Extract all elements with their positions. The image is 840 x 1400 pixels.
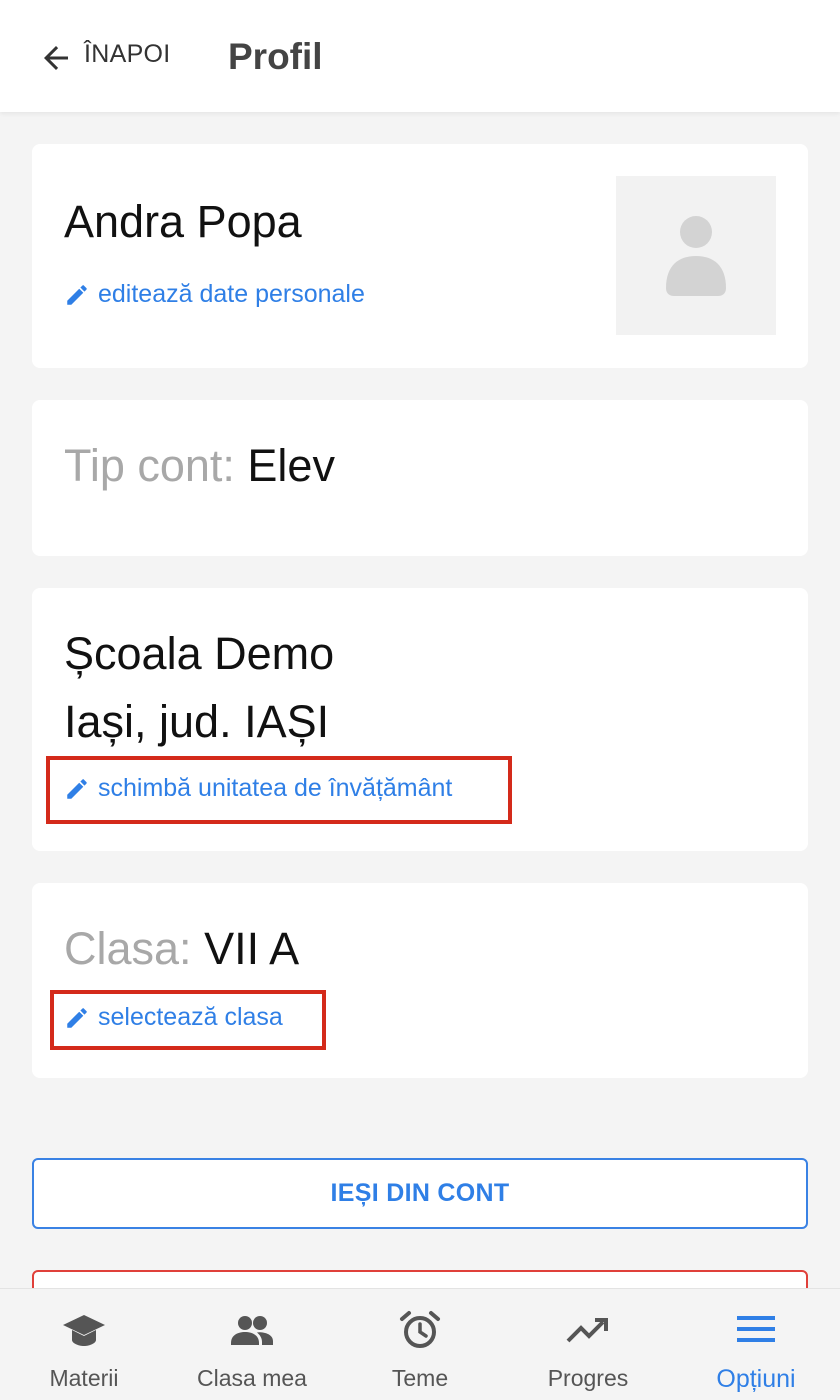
tab-label: Progres [547,1365,629,1391]
tab-materii[interactable]: Materii [0,1289,168,1400]
graduation-cap-icon [63,1315,105,1346]
app-header: ÎNAPOI Profil [0,0,840,112]
account-type-card: Tip cont: Elev [32,400,808,556]
select-class-link[interactable]: selectează clasa [64,1003,283,1032]
tab-clasa-mea[interactable]: Clasa mea [168,1289,336,1400]
page-title: Profil [228,36,323,77]
arrow-left-icon [44,46,68,70]
class-card: Clasa: VII A selectează clasa [32,883,808,1078]
pencil-icon [67,1007,87,1028]
back-label: ÎNAPOI [84,39,171,68]
bottom-tab-bar: Materii Clasa mea Teme Progres Opțiuni [0,1288,840,1400]
school-card: Școala Demo Iași, jud. IAȘI schimbă unit… [32,588,808,851]
pencil-icon [67,778,87,799]
logout-button[interactable]: IEȘI DIN CONT [32,1158,808,1229]
menu-icon [737,1316,775,1342]
class-value: VII A [204,923,300,974]
tab-label: Teme [391,1365,449,1391]
avatar[interactable] [616,176,776,335]
people-icon [231,1316,273,1345]
edit-personal-data-link[interactable]: editează date personale [64,280,365,309]
back-button[interactable]: ÎNAPOI [38,36,171,80]
tab-optiuni[interactable]: Opțiuni [672,1289,840,1400]
school-location: Iași, jud. IAȘI [64,696,330,747]
user-placeholder-icon [666,215,726,296]
account-type-value: Elev [247,440,335,491]
edit-personal-data-label: editează date personale [98,280,365,308]
change-school-link[interactable]: schimbă unitatea de învățământ [64,774,452,803]
tab-label: Opțiuni [716,1365,796,1393]
select-class-label: selectează clasa [98,1003,283,1031]
change-school-label: schimbă unitatea de învățământ [98,774,453,802]
tab-progres[interactable]: Progres [504,1289,672,1400]
profile-card: Andra Popa editează date personale [32,144,808,368]
account-type-row: Tip cont: Elev [64,440,335,492]
account-type-label: Tip cont: [64,440,235,491]
tab-label: Clasa mea [197,1365,307,1391]
pencil-icon [67,284,87,305]
class-label: Clasa: [64,923,192,974]
class-row: Clasa: VII A [64,923,299,975]
tab-label: Materii [49,1365,119,1391]
tab-teme[interactable]: Teme [336,1289,504,1400]
trending-up-icon [566,1318,608,1343]
school-name: Școala Demo [64,628,335,679]
alarm-clock-icon [400,1311,440,1348]
user-name: Andra Popa [64,196,302,247]
